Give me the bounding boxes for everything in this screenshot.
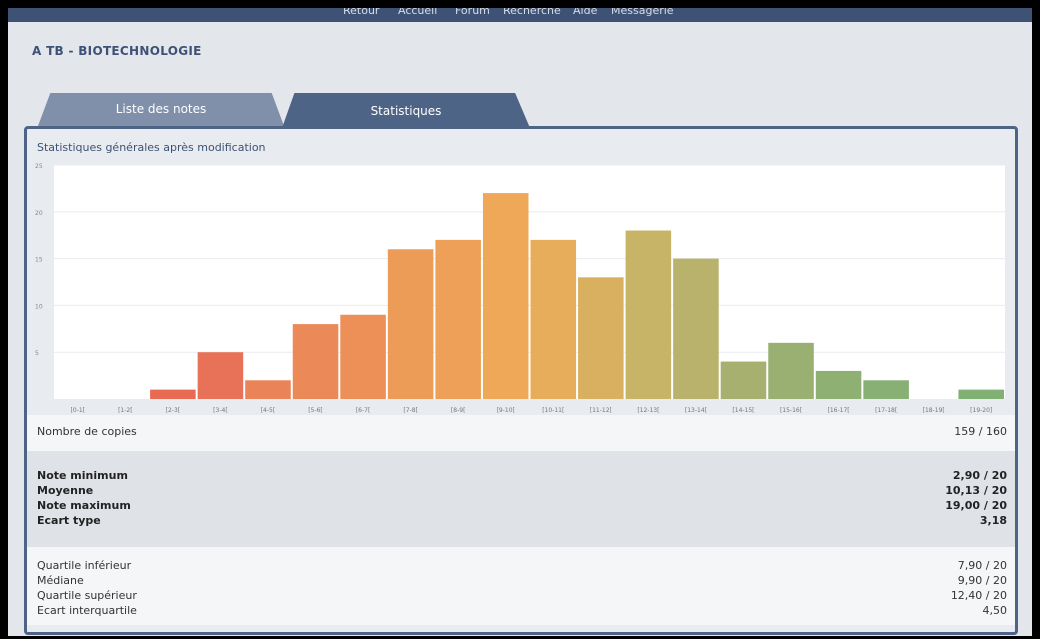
x-tick-label: [17-18[: [875, 407, 897, 414]
x-tick-label: [12-13[: [637, 407, 659, 414]
quart-value-interquartile: 4,50: [982, 604, 1008, 617]
stat-value-max: 19,00 / 20: [945, 499, 1007, 512]
histogram-bar: [958, 389, 1004, 399]
histogram-bar: [197, 352, 244, 399]
x-tick-label: [1-2[: [118, 407, 132, 414]
stat-label-ecart-type: Ecart type: [37, 514, 101, 527]
histogram-bar: [578, 277, 624, 399]
stat-label-max: Note maximum: [37, 499, 131, 512]
x-tick-label: [3-4[: [213, 407, 227, 414]
quart-value-superieur: 12,40 / 20: [950, 589, 1007, 602]
nav-messagerie[interactable]: Messagerie: [611, 8, 674, 17]
main-stats-section: Note minimum 2,90 / 20 Moyenne 10,13 / 2…: [27, 451, 1015, 547]
plot-background: [54, 165, 1005, 399]
quart-value-inferieur: 7,90 / 20: [957, 559, 1007, 572]
x-tick-label: [7-8[: [403, 407, 417, 414]
x-tick-label: [2-3[: [166, 407, 180, 414]
nav-forum[interactable]: Forum: [455, 8, 490, 17]
y-tick-label: 20: [35, 210, 43, 217]
histogram-bar: [625, 230, 672, 399]
histogram-bar: [863, 380, 909, 399]
app-frame: Retour Accueil Forum Recherche Aide Mess…: [8, 8, 1032, 636]
histogram-chart: 5 10 15 20 25 [0-1[ [1-2[ [2-3[ [3-4[ [4-5[ [5-6[ […: [27, 159, 1015, 425]
stat-value-moyenne: 10,13 / 20: [945, 484, 1007, 497]
histogram-svg: 5 10 15 20 25 [0-1[ [1-2[ [2-3[ [3-4[ [4-5[ [5-6[ […: [35, 163, 1005, 414]
x-tick-label: [0-1[: [71, 407, 85, 414]
histogram-bar: [292, 324, 339, 399]
y-tick-label: 15: [35, 257, 43, 264]
nav-retour[interactable]: Retour: [343, 8, 379, 17]
x-tick-label: [11-12[: [590, 407, 612, 414]
histogram-bar: [245, 380, 291, 399]
quartiles-section: Quartile inférieur 7,90 / 20 Médiane 9,9…: [27, 547, 1015, 625]
copies-label: Nombre de copies: [37, 425, 137, 438]
tab-liste-des-notes[interactable]: Liste des notes: [38, 93, 284, 126]
x-tick-label: [6-7[: [356, 407, 370, 414]
course-title: A TB - BIOTECHNOLOGIE: [32, 44, 202, 58]
y-tick-label: 25: [35, 163, 43, 170]
panel-title: Statistiques générales après modificatio…: [37, 141, 266, 154]
copies-section: Nombre de copies 159 / 160: [27, 415, 1015, 451]
histogram-bar: [720, 361, 767, 399]
nav-aide[interactable]: Aide: [573, 8, 597, 17]
x-tick-label: [4-5[: [261, 407, 275, 414]
x-tick-label: [14-15[: [732, 407, 754, 414]
stat-value-ecart-type: 3,18: [979, 514, 1007, 527]
quart-value-mediane: 9,90 / 20: [957, 574, 1007, 587]
quart-label-mediane: Médiane: [37, 574, 84, 587]
x-tick-label: [8-9[: [451, 407, 465, 414]
stat-label-min: Note minimum: [37, 469, 128, 482]
x-tick-label: [19-20]: [970, 407, 992, 414]
histogram-bar: [482, 193, 529, 399]
histogram-bar: [768, 342, 814, 399]
x-tick-label: [15-16[: [780, 407, 802, 414]
x-tick-label: [18-19[: [923, 407, 945, 414]
y-tick-label: 5: [35, 350, 39, 357]
histogram-bar: [435, 239, 481, 399]
nav-accueil[interactable]: Accueil: [398, 8, 437, 17]
quart-label-inferieur: Quartile inférieur: [37, 559, 132, 572]
stat-label-moyenne: Moyenne: [37, 484, 94, 497]
nav-recherche[interactable]: Recherche: [503, 8, 561, 17]
histogram-bar: [150, 389, 196, 399]
statistics-panel: Statistiques générales après modificatio…: [24, 126, 1018, 635]
x-tick-label: [5-6[: [308, 407, 322, 414]
quart-label-interquartile: Ecart interquartile: [37, 604, 137, 617]
quart-label-superieur: Quartile supérieur: [37, 589, 137, 602]
stat-value-min: 2,90 / 20: [952, 469, 1007, 482]
histogram-bar: [530, 239, 577, 399]
histogram-bar: [815, 370, 862, 399]
copies-value: 159 / 160: [954, 425, 1007, 438]
x-tick-label: [13-14[: [685, 407, 707, 414]
histogram-bar: [387, 249, 434, 399]
histogram-bar: [340, 314, 386, 399]
x-tick-label: [16-17[: [828, 407, 850, 414]
y-tick-label: 10: [35, 303, 43, 310]
x-tick-label: [9-10[: [497, 407, 515, 414]
top-navigation: Retour Accueil Forum Recherche Aide Mess…: [8, 8, 1032, 22]
histogram-bar: [673, 258, 719, 399]
x-tick-label: [10-11[: [542, 407, 564, 414]
tab-statistiques[interactable]: Statistiques: [282, 93, 530, 128]
